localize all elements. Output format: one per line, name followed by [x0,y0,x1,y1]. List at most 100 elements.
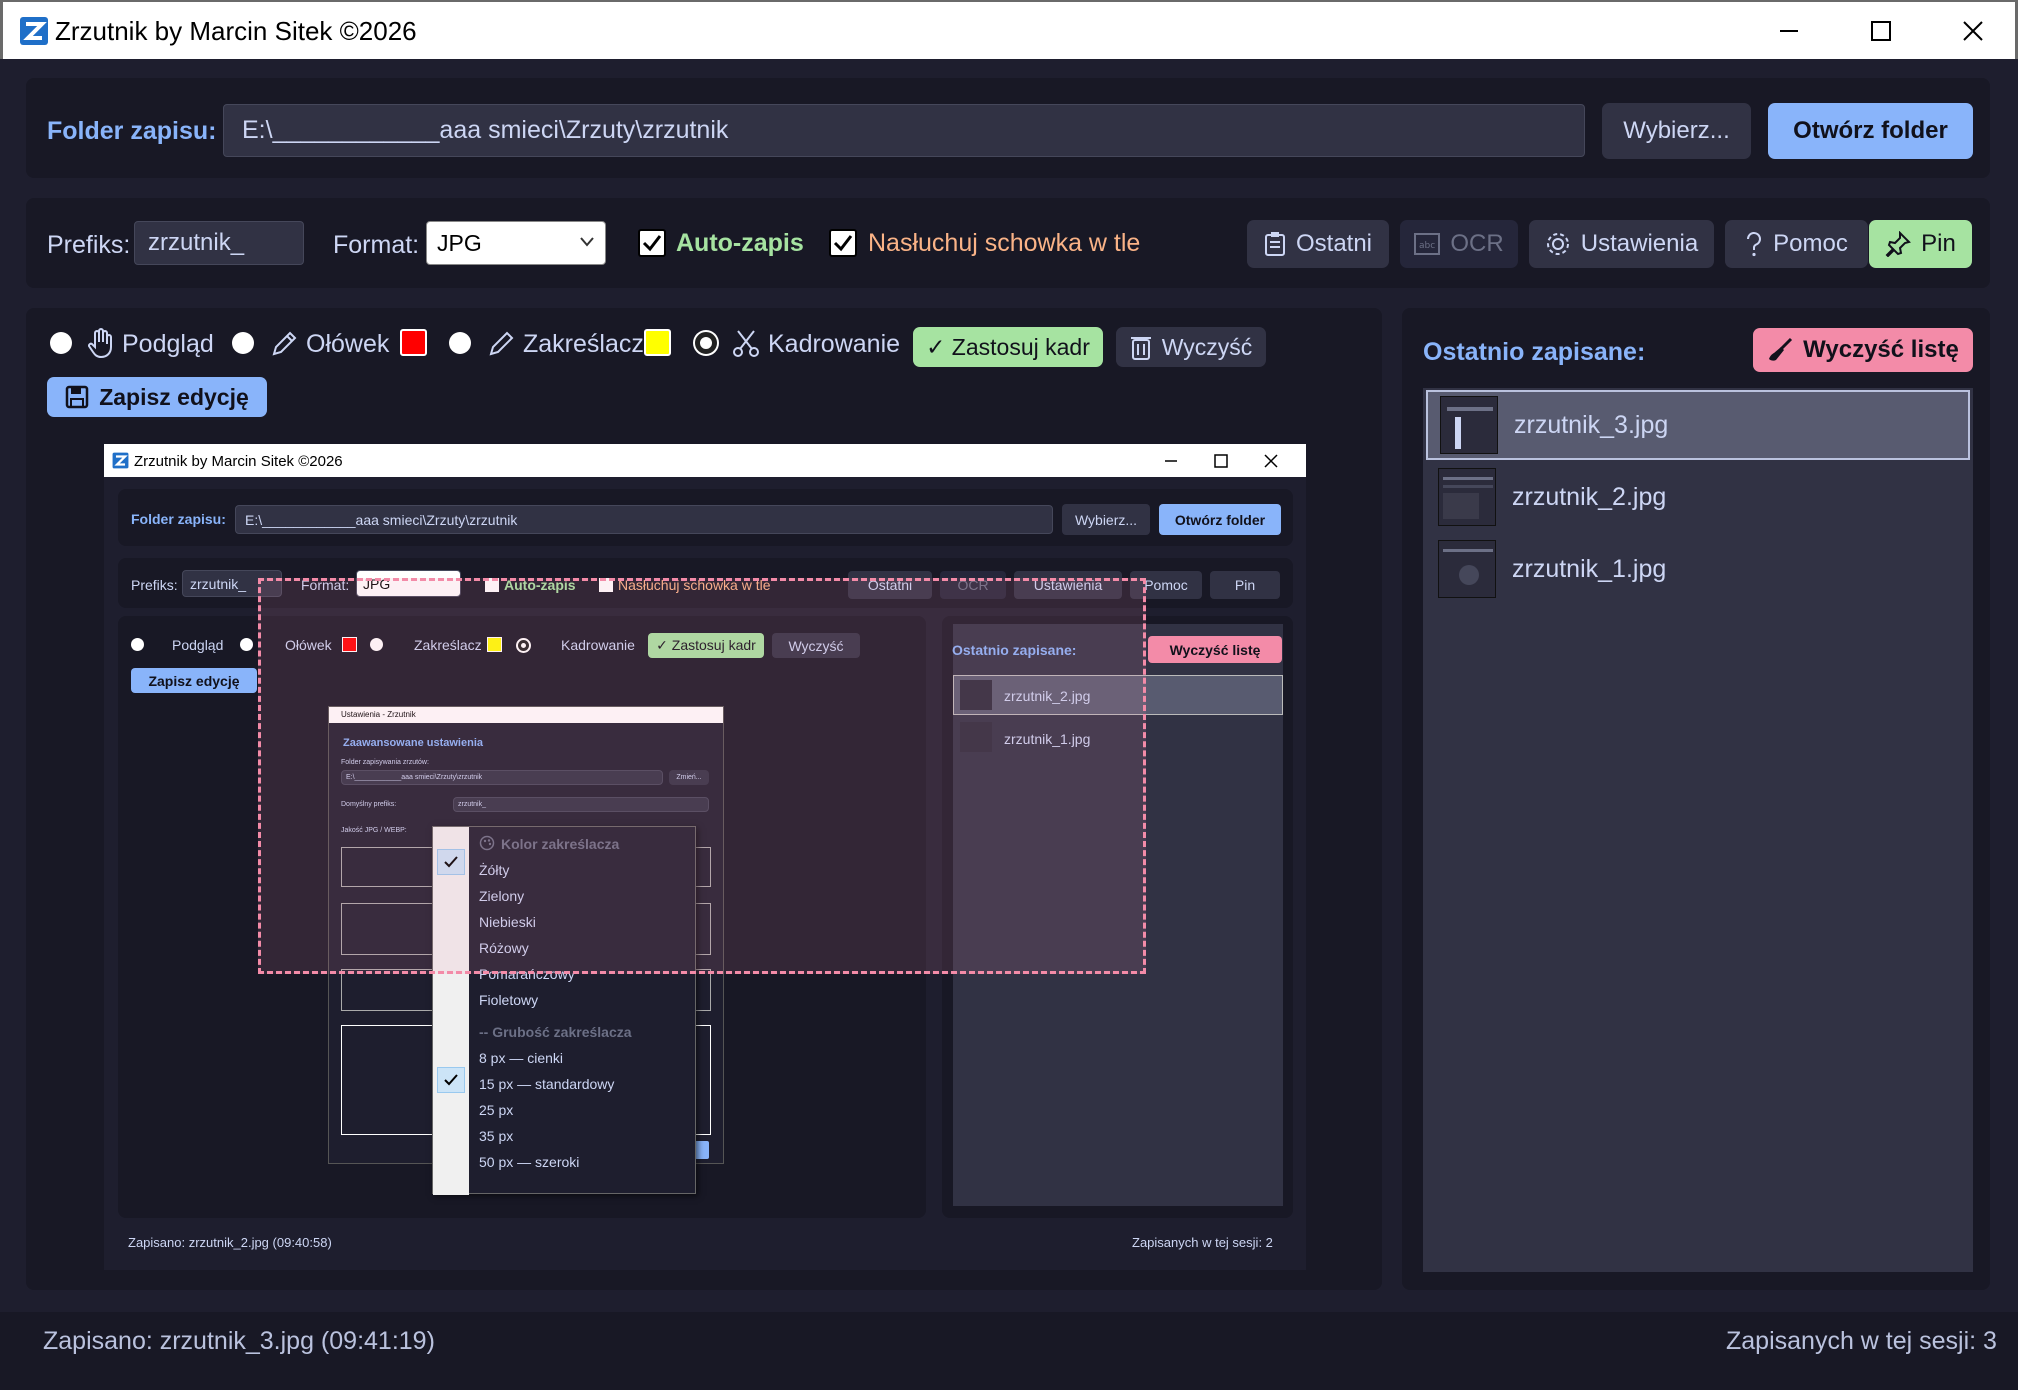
ocr-icon: abc [1414,233,1441,255]
pencil-icon [272,331,297,356]
menu-item-width: 50 px — szeroki [479,1154,580,1170]
prefix-label: Prefiks: [47,231,131,259]
embedded-status-left: Zapisano: zrzutnik_2.jpg (09:40:58) [128,1235,332,1250]
highlighter-radio[interactable] [449,332,471,354]
autosave-label: Auto-zapis [676,229,804,257]
broom-icon [1769,337,1793,361]
pencil-color-swatch[interactable] [400,329,427,356]
menu-width-header: -- Grubość zakreślacza [479,1024,632,1040]
question-icon [1747,231,1762,257]
minimize-icon [1780,29,1798,32]
help-button-label: Pomoc [1773,230,1848,257]
crop-icon [733,330,759,357]
status-right: Zapisanych w tej sesji: 3 [1726,1327,1997,1355]
pin-button-label: Pin [1921,230,1956,257]
chevron-down-icon [580,237,594,247]
settings-button-label: Ustawienia [1580,230,1699,257]
embedded-save-edit-button: Zapisz edycję [131,668,257,693]
embedded-window-title: Zrzutnik by Marcin Sitek ©2026 [134,453,343,470]
window-title: Zrzutnik by Marcin Sitek ©2026 [55,16,417,46]
embedded-prefix-label: Prefiks: [131,577,178,593]
format-select-value: JPG [437,229,482,256]
help-button[interactable]: Pomoc [1725,220,1868,268]
autosave-checkbox[interactable] [638,229,666,257]
menu-item-width: 35 px [479,1128,514,1144]
screenshot-thumbnail [1438,540,1496,598]
ocr-button-label: OCR [1450,230,1504,257]
embedded-pin-button: Pin [1210,571,1280,599]
recent-button[interactable]: Ostatni [1247,220,1389,268]
app-icon [19,16,49,46]
check-icon [642,235,662,252]
trash-icon [1130,337,1151,360]
embedded-open-button: Otwórz folder [1159,504,1281,535]
recent-item-name: zrzutnik_3.jpg [1514,410,1669,439]
format-select[interactable]: JPG [426,221,606,265]
format-label: Format: [333,231,420,259]
menu-item-color: Fioletowy [479,992,539,1008]
screenshot-thumbnail [1440,396,1498,454]
crop-radio[interactable] [695,332,717,354]
preview-label: Podgląd [122,330,214,358]
app-icon [112,452,129,469]
ocr-button[interactable]: abc OCR [1400,220,1518,268]
crop-label: Kadrowanie [768,330,901,358]
highlighter-label: Zakreślacz [523,330,644,358]
recent-item[interactable]: zrzutnik_3.jpg [1426,390,1970,460]
maximize-icon [1214,454,1228,468]
save-edit-button-label: Zapisz edycję [99,383,249,410]
menu-item-width: 25 px [479,1102,514,1118]
pencil-label: Ołówek [306,330,390,358]
highlighter-color-swatch[interactable] [644,329,671,356]
crop-selection[interactable] [258,578,1146,974]
choose-folder-button[interactable]: Wybierz... [1602,103,1751,159]
embedded-title-bar: Zrzutnik by Marcin Sitek ©2026 [104,444,1306,477]
menu-check-width [437,1067,465,1093]
close-icon [1264,454,1278,468]
edit-canvas[interactable]: Zrzutnik by Marcin Sitek ©2026 Folder za… [104,444,1306,1270]
save-edit-button[interactable]: Zapisz edycję [47,377,267,417]
check-icon [833,235,853,252]
open-folder-button[interactable]: Otwórz folder [1768,103,1973,159]
floppy-icon [65,385,89,409]
listen-clipboard-checkbox[interactable] [829,229,857,257]
folder-path-input[interactable]: E:\____________aaa smieci\Zrzuty\zrzutni… [223,104,1585,157]
clear-list-button[interactable]: Wyczyść listę [1753,328,1973,372]
embedded-preview-radio [131,638,144,651]
menu-item-width: 15 px — standardowy [479,1076,615,1092]
embedded-preview-label: Podgląd [172,637,224,653]
apply-crop-button[interactable]: ✓ Zastosuj kadr [913,327,1103,367]
clipboard-icon [1264,232,1285,256]
pin-icon [1885,231,1912,257]
prefix-input[interactable]: zrzutnik_ [134,221,304,265]
minimize-button[interactable] [1743,2,1835,59]
close-button[interactable] [1927,2,2018,59]
pencil-radio[interactable] [232,332,254,354]
svg-text:abc: abc [1419,241,1435,251]
recent-item[interactable]: zrzutnik_2.jpg [1426,462,1970,532]
minimize-icon [1165,460,1177,462]
clear-button[interactable]: Wyczyść [1116,327,1266,367]
settings-button[interactable]: Ustawienia [1529,220,1714,268]
folder-label: Folder zapisu: [47,117,217,145]
hand-icon [88,328,112,358]
embedded-folder-label: Folder zapisu: [131,511,226,527]
listen-clipboard-label: Nasłuchuj schowka w tle [868,229,1141,257]
check-icon [444,1074,458,1086]
embedded-pencil-radio [240,638,253,651]
menu-item-width: 8 px — cienki [479,1050,564,1066]
preview-radio[interactable] [50,332,72,354]
maximize-button[interactable] [1835,2,1927,59]
clear-list-button-label: Wyczyść listę [1803,336,1959,363]
embedded-status-right: Zapisanych w tej sesji: 2 [1132,1235,1273,1250]
recent-item[interactable]: zrzutnik_1.jpg [1426,534,1970,604]
maximize-icon [1871,20,1891,41]
close-icon [1963,20,1983,41]
recent-title: Ostatnio zapisane: [1423,338,1646,366]
embedded-choose-button: Wybierz... [1062,504,1150,535]
pin-button[interactable]: Pin [1869,220,1972,268]
recent-button-label: Ostatni [1295,230,1373,257]
clear-button-label: Wyczyść [1161,333,1253,360]
gear-icon [1546,233,1569,255]
screenshot-thumbnail [1438,468,1496,526]
